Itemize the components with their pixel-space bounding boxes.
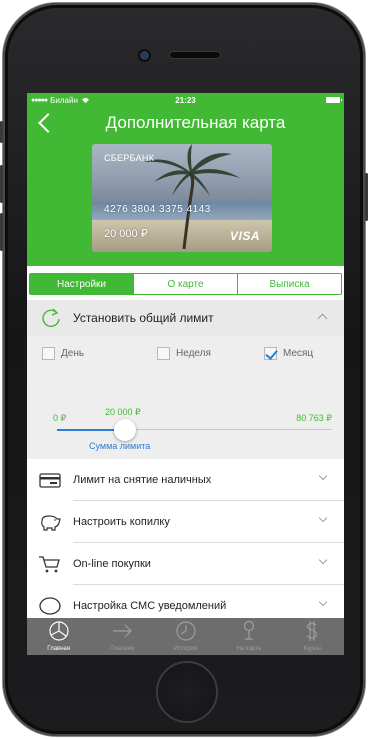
card-number: 4276 3804 3375 4143	[104, 204, 211, 215]
slider-thumb[interactable]	[114, 419, 137, 441]
list-item-piggy-bank[interactable]: Настроить копилку	[41, 501, 344, 543]
tab-label: История	[173, 646, 198, 652]
limit-section: Установить общий лимит День Неделя Месяц…	[27, 300, 344, 459]
list-item-label: On-line покупки	[73, 557, 151, 570]
tab-history[interactable]: История	[154, 618, 217, 655]
checkbox-day[interactable]	[42, 347, 55, 360]
refresh-icon	[42, 308, 60, 328]
clock-icon	[175, 621, 196, 641]
checkbox-month[interactable]	[264, 347, 277, 360]
chevron-down-icon	[318, 513, 328, 523]
period-row: День Неделя Месяц	[27, 347, 344, 363]
home-pie-icon	[49, 621, 69, 641]
chevron-down-icon	[318, 555, 328, 565]
status-bar: ●●●●● Билайн 21:23	[27, 93, 344, 107]
front-camera	[140, 51, 149, 60]
chevron-up-icon[interactable]	[317, 313, 328, 324]
volume-down-button	[0, 213, 3, 251]
segment-control: Настройки О карте Выписка	[29, 273, 342, 295]
period-month[interactable]: Месяц	[264, 347, 313, 360]
bank-card[interactable]: СБЕРБАНК 4276 3804 3375 4143 20 000 ₽ VI…	[92, 144, 272, 252]
tab-payments[interactable]: Платежи	[90, 618, 153, 655]
card-bank-name: СБЕРБАНК	[104, 153, 155, 163]
bottom-tab-bar: Главная Платежи История На карте Курсы	[27, 618, 344, 655]
chevron-down-icon	[318, 597, 328, 607]
period-week[interactable]: Неделя	[157, 347, 211, 360]
piggy-bank-icon	[41, 515, 61, 531]
limit-header[interactable]: Установить общий лимит	[27, 300, 344, 336]
list-item-label: Настройка СМС уведомлений	[73, 599, 227, 612]
tab-statement[interactable]: Выписка	[237, 274, 341, 294]
dollar-icon	[306, 621, 318, 641]
chevron-down-icon	[318, 471, 328, 481]
period-month-label: Месяц	[283, 348, 314, 359]
volume-up-button	[0, 165, 3, 203]
home-button[interactable]	[156, 661, 218, 723]
tab-label: Платежи	[109, 646, 135, 652]
tab-rates[interactable]: Курсы	[281, 618, 344, 655]
map-pin-icon	[243, 620, 255, 640]
page-title: Дополнительная карта	[105, 113, 286, 132]
period-day[interactable]: День	[42, 347, 84, 360]
status-time: 21:23	[175, 95, 196, 105]
period-week-label: Неделя	[176, 348, 211, 359]
list-item-online-purchases[interactable]: On-line покупки	[39, 543, 344, 585]
tab-map[interactable]: На карте	[217, 618, 280, 655]
slider-max-label: 80 763 ₽	[296, 413, 332, 423]
slider-caption: Сумма лимита	[89, 441, 151, 451]
battery-icon	[326, 97, 342, 103]
slider-min-label: 0 ₽	[53, 413, 67, 423]
mute-switch	[0, 121, 3, 143]
tab-label: Курсы	[303, 646, 321, 652]
checkbox-week[interactable]	[157, 347, 170, 360]
app-screen: ●●●●● Билайн 21:23 Дополнительная карта	[27, 93, 344, 655]
slider-value-label: 20 000 ₽	[105, 407, 141, 417]
tab-about-card[interactable]: О карте	[133, 274, 237, 294]
tab-label: На карте	[236, 646, 262, 652]
tab-home[interactable]: Главная	[27, 618, 90, 655]
earpiece-speaker	[170, 52, 220, 58]
segment-control-wrap: Настройки О карте Выписка	[27, 266, 344, 300]
period-day-label: День	[61, 348, 85, 359]
list-item-cash-limit[interactable]: Лимит на снятие наличных	[39, 459, 344, 501]
visa-logo: VISA	[229, 229, 260, 243]
card-icon	[39, 473, 61, 488]
settings-list: Лимит на снятие наличных Настроить копил…	[27, 459, 344, 627]
card-balance: 20 000 ₽	[104, 228, 148, 240]
header: Дополнительная карта СБЕРБАНК 4276 3804 …	[27, 107, 344, 266]
list-item-label: Настроить копилку	[73, 515, 170, 528]
list-item-label: Лимит на снятие наличных	[73, 473, 212, 486]
tab-label: Главная	[47, 646, 71, 652]
tab-settings[interactable]: Настройки	[30, 274, 133, 294]
speech-bubble-icon	[39, 597, 61, 615]
shopping-cart-icon	[39, 556, 60, 573]
limit-title: Установить общий лимит	[73, 311, 214, 325]
arrow-right-icon	[113, 624, 132, 638]
